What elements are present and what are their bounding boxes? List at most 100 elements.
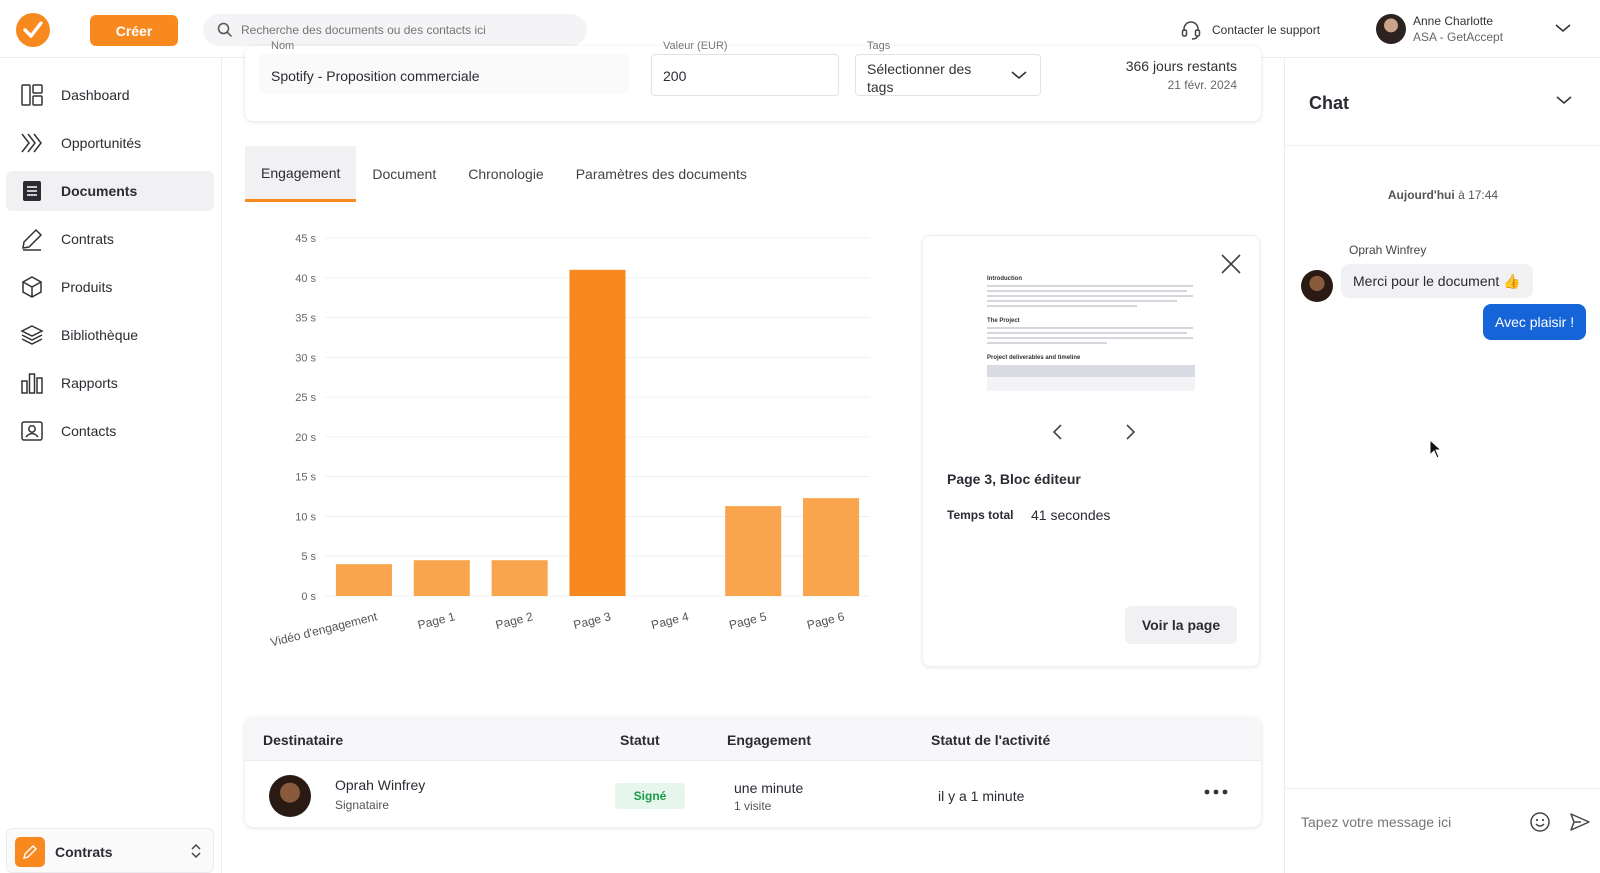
checkmark-icon <box>23 21 43 38</box>
sidebar-item-label: Documents <box>61 183 138 199</box>
document-name-field[interactable]: Spotify - Proposition commerciale <box>259 54 629 94</box>
y-tick-label: 25 s <box>295 392 316 404</box>
box-icon <box>22 276 42 298</box>
chart-bar <box>335 564 392 596</box>
bar-chart-icon <box>21 373 43 394</box>
chat-header[interactable]: Chat <box>1285 58 1600 146</box>
support-link[interactable]: Contacter le support <box>1180 18 1320 42</box>
engagement-time: une minute <box>734 780 804 796</box>
user-avatar <box>1376 14 1406 44</box>
value-field-label: Valeur (EUR) <box>663 40 728 52</box>
column-header: Statut de l'activité <box>931 732 1051 748</box>
sidebar-item-reports[interactable]: Rapports <box>6 363 214 403</box>
tab-document-settings[interactable]: Paramètres des documents <box>560 146 763 202</box>
x-tick-label: Page 5 <box>728 609 769 632</box>
tab-engagement[interactable]: Engagement <box>245 146 357 202</box>
sidebar-item-products[interactable]: Produits <box>6 267 214 307</box>
x-tick-label: Page 6 <box>805 609 846 632</box>
visit-count: 1 visite <box>734 799 772 813</box>
message-author: Oprah Winfrey <box>1349 243 1427 257</box>
sidebar-item-label: Contrats <box>61 231 114 247</box>
sidebar-item-label: Rapports <box>61 375 118 391</box>
document-name: Spotify - Proposition commerciale <box>271 68 480 84</box>
total-time-label: Temps total <box>947 508 1014 522</box>
sidebar-item-label: Bibliothèque <box>61 327 139 343</box>
support-label: Contacter le support <box>1212 23 1321 37</box>
sidebar-item-label: Dashboard <box>61 87 130 103</box>
sidebar-item-contracts[interactable]: Contrats <box>6 219 214 259</box>
column-header: Destinataire <box>263 732 344 748</box>
dashboard-icon <box>21 84 43 106</box>
page-thumbnail[interactable]: Introduction The Project Project deliver… <box>983 268 1199 398</box>
y-tick-label: 45 s <box>295 233 316 245</box>
document-tabs: Engagement Document Chronologie Paramètr… <box>245 146 763 202</box>
chevron-left-icon[interactable] <box>1049 422 1067 442</box>
x-tick-label: Page 3 <box>572 609 613 632</box>
sidebar-item-opportunities[interactable]: Opportunités <box>6 123 214 163</box>
getaccept-logo[interactable] <box>16 13 50 47</box>
chevron-down-icon[interactable] <box>1555 94 1573 106</box>
tags-field-label: Tags <box>867 40 891 52</box>
sidebar-item-label: Opportunités <box>61 135 142 151</box>
chevron-right-icon[interactable] <box>1121 422 1139 442</box>
total-time-value: 41 secondes <box>1031 507 1111 523</box>
chart-bar <box>569 269 626 596</box>
value-field[interactable] <box>651 54 839 96</box>
close-icon[interactable] <box>1219 252 1243 276</box>
sidebar-item-contacts[interactable]: Contacts <box>6 411 214 451</box>
workspace-label: Contrats <box>55 844 113 860</box>
x-tick-label: Vidéo d'engagement <box>269 609 379 649</box>
preview-title: Page 3, Bloc éditeur <box>947 471 1081 487</box>
chevron-down-icon <box>1011 71 1027 80</box>
tags-placeholder: Sélectionner des tags <box>867 61 972 95</box>
chat-date-time: à 17:44 <box>1458 188 1499 202</box>
activity-status: il y a 1 minute <box>938 788 1025 804</box>
sidebar-item-documents[interactable]: Documents <box>6 171 214 211</box>
user-menu[interactable]: Anne Charlotte ASA - GetAccept <box>1376 12 1586 48</box>
chevrons-icon <box>21 133 42 153</box>
document-header-card: Nom Spotify - Proposition commerciale Va… <box>245 40 1261 121</box>
recipient-name: Oprah Winfrey <box>335 777 426 793</box>
send-icon[interactable] <box>1569 811 1591 833</box>
user-name: Anne Charlotte <box>1413 14 1494 28</box>
tags-select[interactable]: Sélectionner des tags <box>855 54 1041 96</box>
tab-document[interactable]: Document <box>356 146 452 202</box>
chart-bar <box>803 498 860 596</box>
y-tick-label: 20 s <box>295 432 316 444</box>
chat-panel: Chat Aujourd'hui à 17:44 Oprah Winfrey M… <box>1284 58 1600 873</box>
y-tick-label: 0 s <box>301 591 316 603</box>
sidebar-item-library[interactable]: Bibliothèque <box>6 315 214 355</box>
search-bar[interactable] <box>203 14 587 46</box>
chat-title: Chat <box>1309 93 1349 113</box>
y-tick-label: 30 s <box>295 352 316 364</box>
pen-icon <box>23 845 37 859</box>
user-org: ASA - GetAccept <box>1413 30 1504 44</box>
document-icon <box>23 181 41 201</box>
search-icon <box>217 22 233 38</box>
contact-card-icon <box>21 421 43 441</box>
x-tick-label: Page 4 <box>650 609 691 632</box>
y-tick-label: 15 s <box>295 472 316 484</box>
recipients-table: Destinataire Statut Engagement Statut de… <box>245 717 1261 827</box>
create-button[interactable]: Créer <box>90 15 178 46</box>
sidebar-item-dashboard[interactable]: Dashboard <box>6 75 214 115</box>
tab-chronology[interactable]: Chronologie <box>452 146 560 202</box>
headset-icon <box>1181 21 1201 40</box>
chat-message-input[interactable] <box>1301 807 1521 837</box>
x-tick-label: Page 2 <box>494 609 535 632</box>
view-page-button[interactable]: Voir la page <box>1125 606 1237 644</box>
engagement-bar-chart: 0 s 5 s 10 s 15 s 20 s 25 s 30 s 35 s 40 s 45 s Vi… <box>269 233 870 649</box>
avatar <box>1301 270 1333 302</box>
value-input[interactable] <box>663 68 823 84</box>
emoji-icon[interactable] <box>1529 811 1551 833</box>
chart-bar <box>491 560 548 596</box>
chevron-down-icon[interactable] <box>1554 22 1572 34</box>
more-options-icon[interactable] <box>1203 787 1229 797</box>
thumb-heading-2: The Project <box>987 318 1020 324</box>
pen-icon <box>22 228 43 251</box>
chat-date-separator: Aujourd'hui à 17:44 <box>1285 188 1600 202</box>
workspace-switcher[interactable]: Contrats <box>6 828 214 873</box>
incoming-message: Merci pour le document 👍 <box>1341 264 1533 298</box>
engagement-chart: 0 s 5 s 10 s 15 s 20 s 25 s 30 s 35 s 40 s 45 s Vi… <box>245 228 895 668</box>
y-tick-label: 5 s <box>301 551 316 563</box>
